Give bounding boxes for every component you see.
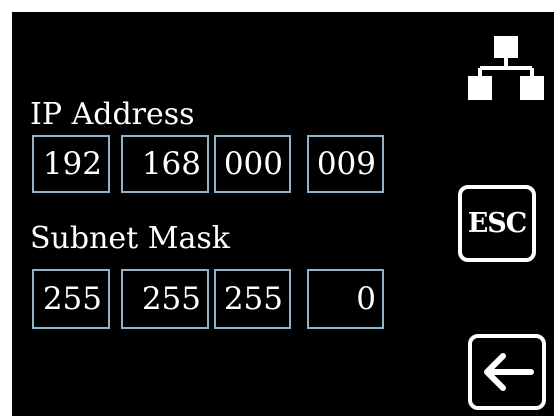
esc-button-label: ESC bbox=[467, 208, 528, 239]
subnet-mask-label: Subnet Mask bbox=[30, 221, 230, 256]
ip-address-label: IP Address bbox=[30, 97, 195, 132]
back-button[interactable] bbox=[468, 334, 546, 410]
network-icon bbox=[468, 36, 544, 100]
subnet-octet-2-field[interactable]: 255 bbox=[121, 269, 209, 329]
ip-octet-3-field[interactable]: 000 bbox=[214, 135, 291, 193]
ip-octet-2-field[interactable]: 168 bbox=[121, 135, 209, 193]
subnet-octet-4-field[interactable]: 0 bbox=[307, 269, 384, 329]
subnet-octet-3-field[interactable]: 255 bbox=[214, 269, 291, 329]
ip-octet-1-field[interactable]: 192 bbox=[32, 135, 110, 193]
ip-octet-4-field[interactable]: 009 bbox=[307, 135, 384, 193]
network-settings-screen: IP Address 192 168 000 009 Subnet Mask 2… bbox=[12, 12, 554, 416]
arrow-left-icon bbox=[484, 353, 534, 391]
subnet-octet-1-field[interactable]: 255 bbox=[32, 269, 110, 329]
esc-button[interactable]: ESC bbox=[458, 185, 536, 262]
